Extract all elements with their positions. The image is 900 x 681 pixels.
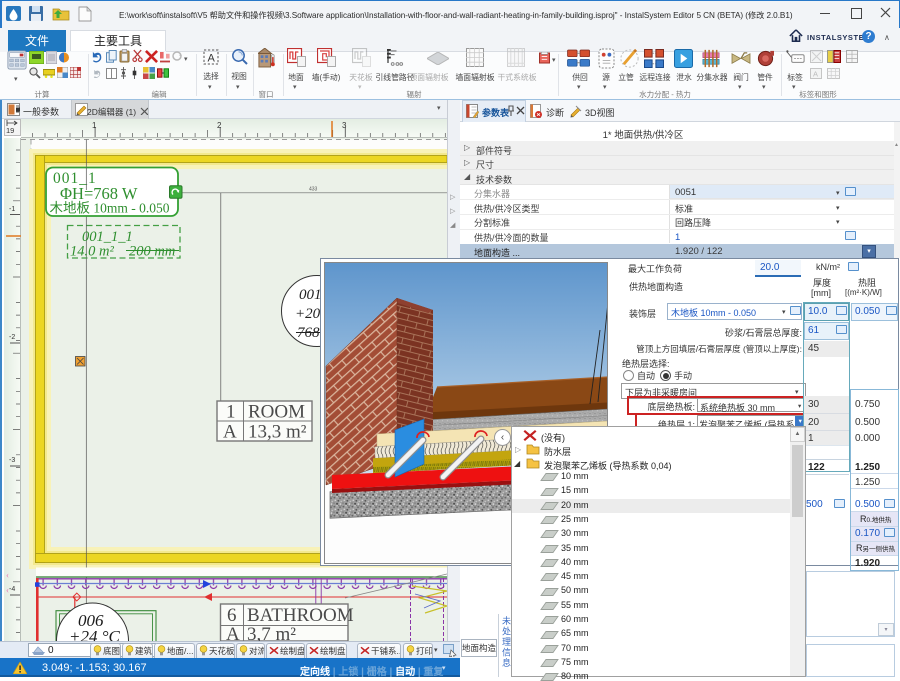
svg-text:001: 001 [299, 287, 322, 303]
svg-text:433: 433 [309, 187, 318, 193]
svg-text:BATHROOM: BATHROOM [247, 605, 354, 626]
svg-text:2: 2 [217, 121, 222, 130]
svg-text:3,7 m²: 3,7 m² [247, 624, 296, 641]
svg-text:+24 °C: +24 °C [69, 627, 121, 641]
svg-text:-3: -3 [9, 457, 15, 464]
svg-text:200 mm: 200 mm [129, 244, 175, 260]
svg-text:A: A [813, 70, 818, 79]
svg-text:-4: -4 [9, 586, 15, 593]
svg-text:1: 1 [226, 402, 236, 423]
svg-text:-2: -2 [9, 334, 15, 341]
svg-text:A: A [208, 53, 216, 65]
svg-text:A: A [226, 624, 240, 641]
svg-text:‹: ‹ [6, 570, 9, 580]
svg-text:木地板 10mm - 0.050: 木地板 10mm - 0.050 [50, 201, 170, 216]
svg-text:6: 6 [227, 605, 237, 626]
svg-text:-1: -1 [9, 206, 15, 213]
svg-text:1: 1 [92, 121, 97, 130]
svg-text:14.0 m²: 14.0 m² [70, 244, 114, 260]
svg-text:3: 3 [342, 121, 347, 130]
svg-text:‹: ‹ [6, 585, 9, 595]
svg-text:A: A [223, 422, 237, 443]
svg-text:ROOM: ROOM [248, 402, 305, 423]
svg-text:13,3 m²: 13,3 m² [248, 422, 307, 443]
